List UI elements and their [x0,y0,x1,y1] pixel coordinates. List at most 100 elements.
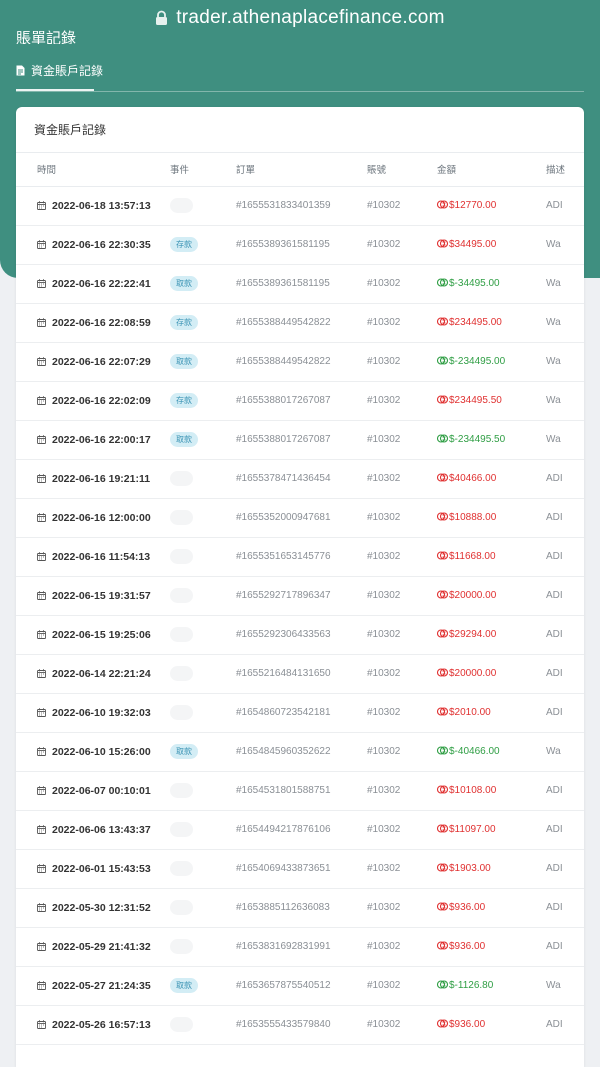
amount-text: $-234495.50 [449,434,506,445]
cell-description: Wa [546,966,584,1006]
cell-order: #1655389361581195 [236,264,367,304]
cell-description: ADI [546,654,584,694]
cell-event [170,576,236,616]
document-icon [16,65,25,76]
money-icon [437,980,449,989]
cell-description: ADI [546,810,584,850]
cell-description: ADI [546,693,584,733]
calendar-icon [37,473,46,483]
cell-order: #1653831692831991 [236,927,367,967]
cell-account: #10302 [367,186,437,226]
time-text: 2022-06-07 00:10:01 [52,784,151,797]
cell-amount: $11668.00 [437,537,546,577]
table-row[interactable]: 2022-06-01 15:43:53 #1654069433873651 #10… [16,849,584,889]
cell-amount: $40466.00 [437,459,546,499]
event-badge-empty [170,510,194,525]
cell-description: ADI [546,615,584,655]
table-row[interactable]: 2022-06-18 13:57:13 #1655531833401359 #10… [16,186,584,226]
money-icon [437,902,449,911]
table-row[interactable]: 2022-06-16 11:54:13 #1655351653145776 #10… [16,537,584,577]
event-badge-empty [170,1017,194,1032]
cell-order: #1655351653145776 [236,537,367,577]
money-icon [437,746,449,755]
table-row[interactable]: 2022-06-16 22:00:17 取款 #1655388017267087 #1… [16,420,584,460]
cell-account: #10302 [367,1005,437,1045]
cell-event: 取款 [170,966,236,1006]
amount-text: $20000.00 [449,590,497,601]
tab-divider [16,91,584,92]
cell-event [170,537,236,577]
cell-amount: $936.00 [437,888,546,928]
event-badge-withdraw: 取款 [170,276,198,291]
cell-amount: $-34495.00 [437,264,546,304]
cell-account: #10302 [367,381,437,421]
table-row[interactable]: 2022-06-16 12:00:00 #1655352000947681 #10… [16,498,584,538]
table-row[interactable]: 2022-06-16 22:22:41 取款 #1655389361581195 #1… [16,264,584,304]
time-text: 2022-06-16 22:07:29 [52,355,151,368]
table-row[interactable]: 2022-06-15 19:31:57 #1655292717896347 #10… [16,576,584,616]
cell-time: 2022-06-18 13:57:13 [16,186,170,226]
cell-amount: $20000.00 [437,576,546,616]
calendar-icon [37,551,46,561]
money-icon [437,200,449,209]
cell-time: 2022-06-10 19:32:03 [16,693,170,733]
money-icon [437,1019,449,1028]
cell-account: #10302 [367,225,437,265]
table-row[interactable]: 2022-06-16 19:21:11 #1655378471436454 #10… [16,459,584,499]
cell-order: #1654845960352622 [236,732,367,772]
table-row[interactable]: 2022-05-30 12:31:52 #1653885112636083 #10… [16,888,584,928]
time-text: 2022-06-15 19:25:06 [52,628,151,641]
calendar-icon [37,317,46,327]
cell-account: #10302 [367,810,437,850]
money-icon [437,590,449,599]
url-text: trader.athenaplacefinance.com [176,7,445,28]
amount-text: $40466.00 [449,473,497,484]
cell-description: ADI [546,888,584,928]
calendar-icon [37,356,46,366]
time-text: 2022-06-06 13:43:37 [52,823,151,836]
cell-time: 2022-06-16 22:02:09 [16,381,170,421]
table-row[interactable]: 2022-06-15 19:25:06 #1655292306433563 #10… [16,615,584,655]
table-row[interactable]: 2022-06-16 22:07:29 取款 #1655388449542822 #1… [16,342,584,382]
table-row[interactable]: 2022-06-10 15:26:00 取款 #1654845960352622 #1… [16,732,584,772]
address-bar[interactable]: trader.athenaplacefinance.com [0,0,600,36]
money-icon [437,473,449,482]
cell-account: #10302 [367,654,437,694]
table-row[interactable]: 2022-06-07 00:10:01 #1654531801588751 #10… [16,771,584,811]
amount-text: $11097.00 [449,824,496,835]
table-row[interactable]: 2022-06-06 13:43:37 #1654494217876106 #10… [16,810,584,850]
table-row[interactable]: 2022-06-14 22:21:24 #1655216484131650 #10… [16,654,584,694]
cell-description: Wa [546,381,584,421]
cell-description: Wa [546,303,584,343]
cell-account: #10302 [367,537,437,577]
cell-event [170,654,236,694]
event-badge-deposit: 存款 [170,315,198,330]
table-row[interactable]: 2022-06-16 22:02:09 存款 #1655388017267087 #1… [16,381,584,421]
table-row[interactable]: 2022-06-16 22:08:59 存款 #1655388449542822 #1… [16,303,584,343]
cell-order: #1655292306433563 [236,615,367,655]
cell-order: #1653885112636083 [236,888,367,928]
calendar-icon [37,785,46,795]
cell-amount: $1903.00 [437,849,546,889]
amount-text: $-234495.00 [449,356,506,367]
amount-text: $29294.00 [449,629,497,640]
event-badge-deposit: 存款 [170,393,198,408]
table-row[interactable]: 2022-05-26 16:57:13 #1653555433579840 #10… [16,1005,584,1045]
cell-event [170,498,236,538]
cell-account: #10302 [367,498,437,538]
cell-account: #10302 [367,420,437,460]
table-row[interactable]: 2022-05-27 21:24:35 取款 #1653657875540512 #1… [16,966,584,1006]
cell-time: 2022-06-07 00:10:01 [16,771,170,811]
amount-text: $10108.00 [449,785,497,796]
tab-fund-account-records[interactable]: 資金賬戶記錄 [16,62,103,79]
cell-time: 2022-06-16 12:00:00 [16,498,170,538]
table-row[interactable]: 2022-06-16 22:30:35 存款 #1655389361581195 #1… [16,225,584,265]
table-row[interactable]: 2022-05-29 21:41:32 #1653831692831991 #10… [16,927,584,967]
cell-account: #10302 [367,459,437,499]
cell-event: 存款 [170,225,236,265]
table-row[interactable]: 2022-06-10 19:32:03 #1654860723542181 #10… [16,693,584,733]
cell-amount: $-234495.00 [437,342,546,382]
time-text: 2022-05-30 12:31:52 [52,901,151,914]
calendar-icon [37,1019,46,1029]
cell-description: Wa [546,420,584,460]
